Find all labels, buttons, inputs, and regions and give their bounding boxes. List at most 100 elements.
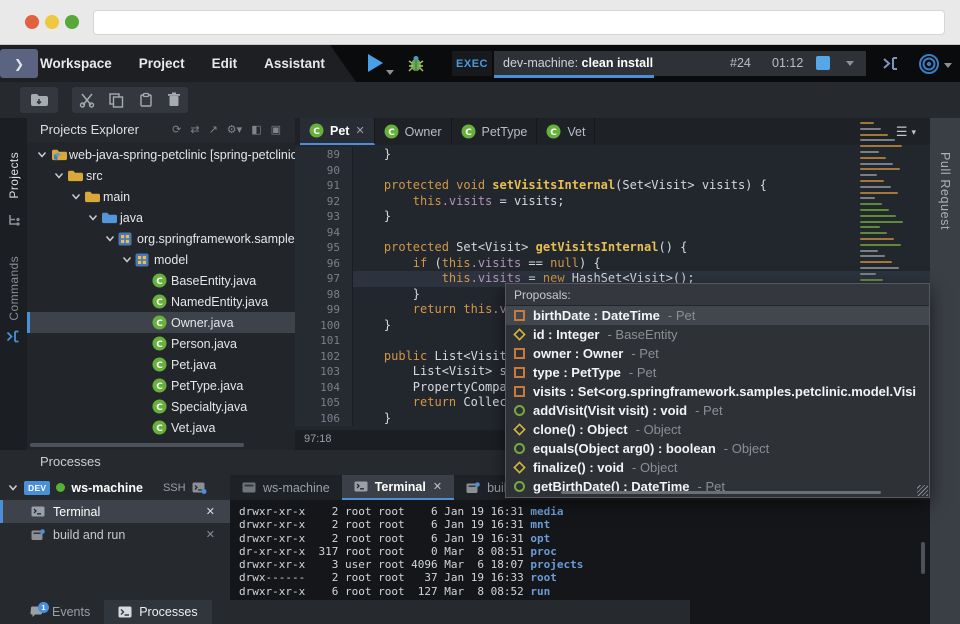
collapse-panel-icon[interactable]: ◧ bbox=[251, 123, 261, 136]
process-tab-label: ws-machine bbox=[263, 480, 330, 495]
rail-tab-pull-request[interactable]: Pull Request bbox=[938, 152, 952, 230]
ssh-label[interactable]: SSH bbox=[163, 482, 186, 494]
process-tab-Terminal[interactable]: Terminal ✕ bbox=[341, 475, 455, 500]
link-with-editor-icon[interactable]: ⇄ bbox=[190, 123, 199, 136]
tree-item-vet.java[interactable]: C Vet.java bbox=[27, 417, 295, 438]
editor-tab-vet[interactable]: C Vet bbox=[537, 118, 596, 145]
window-minimize-button[interactable] bbox=[45, 15, 59, 29]
tree-item-model[interactable]: model bbox=[27, 249, 295, 270]
popup-horizontal-scrollbar[interactable] bbox=[561, 491, 881, 494]
proposal-item[interactable]: owner : Owner - Pet bbox=[506, 344, 929, 363]
code-line-92[interactable]: 92 this.visits = visits; bbox=[295, 193, 930, 209]
line-number: 99 bbox=[295, 302, 353, 318]
commands-rail-icon[interactable] bbox=[6, 330, 21, 343]
tree-item-pet.java[interactable]: C Pet.java bbox=[27, 354, 295, 375]
go-into-icon[interactable]: ↗ bbox=[209, 123, 218, 136]
tree-horizontal-scrollbar[interactable] bbox=[30, 443, 244, 447]
tree-item-main[interactable]: main bbox=[27, 186, 295, 207]
tree-chevron[interactable] bbox=[118, 256, 135, 264]
proposal-item[interactable]: clone() : Object - Object bbox=[506, 420, 929, 439]
tree-item-src[interactable]: src bbox=[27, 165, 295, 186]
rail-tab-projects[interactable]: Projects bbox=[7, 152, 21, 199]
tree-item-org.springframework.samples[interactable]: org.springframework.samples bbox=[27, 228, 295, 249]
tree-item-namedentity.java[interactable]: C NamedEntity.java bbox=[27, 291, 295, 312]
run-button[interactable] bbox=[368, 54, 383, 72]
run-dropdown-caret[interactable] bbox=[386, 70, 394, 75]
tab-processes[interactable]: Processes bbox=[104, 600, 212, 624]
editor-tab-pet[interactable]: C Pet ✕ bbox=[300, 118, 375, 145]
window-zoom-button[interactable] bbox=[65, 15, 79, 29]
proposal-item[interactable]: visits : Set<org.springframework.samples… bbox=[506, 382, 929, 401]
process-tab-ws-machine[interactable]: ws-machine bbox=[230, 475, 342, 500]
refresh-icon[interactable]: ⟳ bbox=[172, 123, 181, 136]
copy-icon[interactable] bbox=[108, 92, 124, 108]
delete-icon[interactable] bbox=[167, 92, 181, 108]
popup-resize-grip[interactable] bbox=[917, 485, 928, 496]
menu-project[interactable]: Project bbox=[139, 56, 185, 71]
tab-events[interactable]: 1 Events bbox=[16, 600, 104, 624]
tree-item-owner.java[interactable]: C Owner.java bbox=[27, 312, 295, 333]
paste-icon[interactable] bbox=[138, 92, 154, 108]
target-dropdown-caret[interactable] bbox=[944, 63, 952, 68]
menu-edit[interactable]: Edit bbox=[212, 56, 238, 71]
proposal-item[interactable]: birthDate : DateTime - Pet bbox=[506, 306, 929, 325]
code-line-95[interactable]: 95 protected Set<Visit> getVisitsInterna… bbox=[295, 240, 930, 256]
url-bar[interactable] bbox=[93, 10, 945, 35]
chevron-down-icon bbox=[54, 172, 63, 179]
proposal-name: clone() : Object bbox=[533, 422, 628, 437]
commands-toggle-icon[interactable] bbox=[882, 56, 900, 71]
editor-tab-pettype[interactable]: C PetType bbox=[452, 118, 538, 145]
proposal-origin: - Pet bbox=[695, 403, 723, 418]
main-menu-button[interactable]: ❯ bbox=[0, 49, 38, 78]
close-process-icon[interactable]: ✕ bbox=[206, 505, 215, 518]
code-line-90[interactable]: 90 bbox=[295, 162, 930, 178]
tree-item-web-java-spring-petclinic[interactable]: web-java-spring-petclinic [spring-petcli… bbox=[27, 144, 295, 165]
proposal-item[interactable]: type : PetType - Pet bbox=[506, 363, 929, 382]
build-icon bbox=[466, 481, 480, 494]
debug-icon[interactable] bbox=[406, 54, 426, 73]
tree-item-person.java[interactable]: C Person.java bbox=[27, 333, 295, 354]
cut-icon[interactable] bbox=[79, 92, 95, 108]
window-close-button[interactable] bbox=[25, 15, 39, 29]
settings-gear-icon[interactable]: ⚙▾ bbox=[227, 123, 242, 136]
tree-chevron[interactable] bbox=[50, 172, 67, 180]
tree-item-baseentity.java[interactable]: C BaseEntity.java bbox=[27, 270, 295, 291]
proposal-item[interactable]: id : Integer - BaseEntity bbox=[506, 325, 929, 344]
proposal-item[interactable]: equals(Object arg0) : boolean - Object bbox=[506, 439, 929, 458]
command-selector[interactable]: dev-machine: clean install #24 01:12 bbox=[494, 51, 866, 78]
proposal-item[interactable]: finalize() : void - Object bbox=[506, 458, 929, 477]
code-line-93[interactable]: 93 } bbox=[295, 209, 930, 225]
menu-workspace[interactable]: Workspace bbox=[40, 56, 112, 71]
maximize-panel-icon[interactable]: ▣ bbox=[271, 123, 281, 136]
tree-chevron[interactable] bbox=[84, 214, 101, 222]
close-process-icon[interactable]: ✕ bbox=[206, 528, 215, 541]
rail-tab-commands[interactable]: Commands bbox=[7, 256, 21, 321]
close-tab-icon[interactable]: ✕ bbox=[433, 480, 442, 493]
directory-name: root bbox=[530, 571, 557, 585]
command-dropdown-caret[interactable] bbox=[846, 61, 854, 66]
close-tab-icon[interactable]: ✕ bbox=[355, 124, 364, 137]
tree-item-specialty.java[interactable]: C Specialty.java bbox=[27, 396, 295, 417]
proposal-item[interactable]: addVisit(Visit visit) : void - Pet bbox=[506, 401, 929, 420]
tree-chevron[interactable] bbox=[101, 235, 118, 243]
stop-button[interactable] bbox=[816, 56, 830, 70]
ssh-terminal-icon[interactable] bbox=[192, 482, 207, 494]
terminal-vertical-scrollbar[interactable] bbox=[921, 542, 925, 574]
code-line-91[interactable]: 91 protected void setVisitsInternal(Set<… bbox=[295, 178, 930, 194]
tree-item-pettype.java[interactable]: C PetType.java bbox=[27, 375, 295, 396]
import-project-button[interactable] bbox=[20, 87, 58, 113]
code-line-96[interactable]: 96 if (this.visits == null) { bbox=[295, 255, 930, 271]
target-machine-icon[interactable] bbox=[918, 53, 940, 75]
tree-chevron[interactable] bbox=[67, 193, 84, 201]
chevron-down-icon[interactable] bbox=[8, 484, 18, 492]
tree-item-java[interactable]: java bbox=[27, 207, 295, 228]
tree-chevron[interactable] bbox=[33, 151, 50, 159]
proposal-origin: - Object bbox=[723, 441, 770, 456]
process-item-build-and-run[interactable]: build and run ✕ bbox=[0, 523, 230, 546]
code-line-94[interactable]: 94 bbox=[295, 224, 930, 240]
machine-row[interactable]: DEV ws-machine SSH bbox=[0, 475, 230, 500]
menu-assistant[interactable]: Assistant bbox=[264, 56, 325, 71]
code-line-89[interactable]: 89 } bbox=[295, 147, 930, 163]
process-item-Terminal[interactable]: Terminal ✕ bbox=[0, 500, 230, 523]
editor-tab-owner[interactable]: C Owner bbox=[375, 118, 452, 145]
